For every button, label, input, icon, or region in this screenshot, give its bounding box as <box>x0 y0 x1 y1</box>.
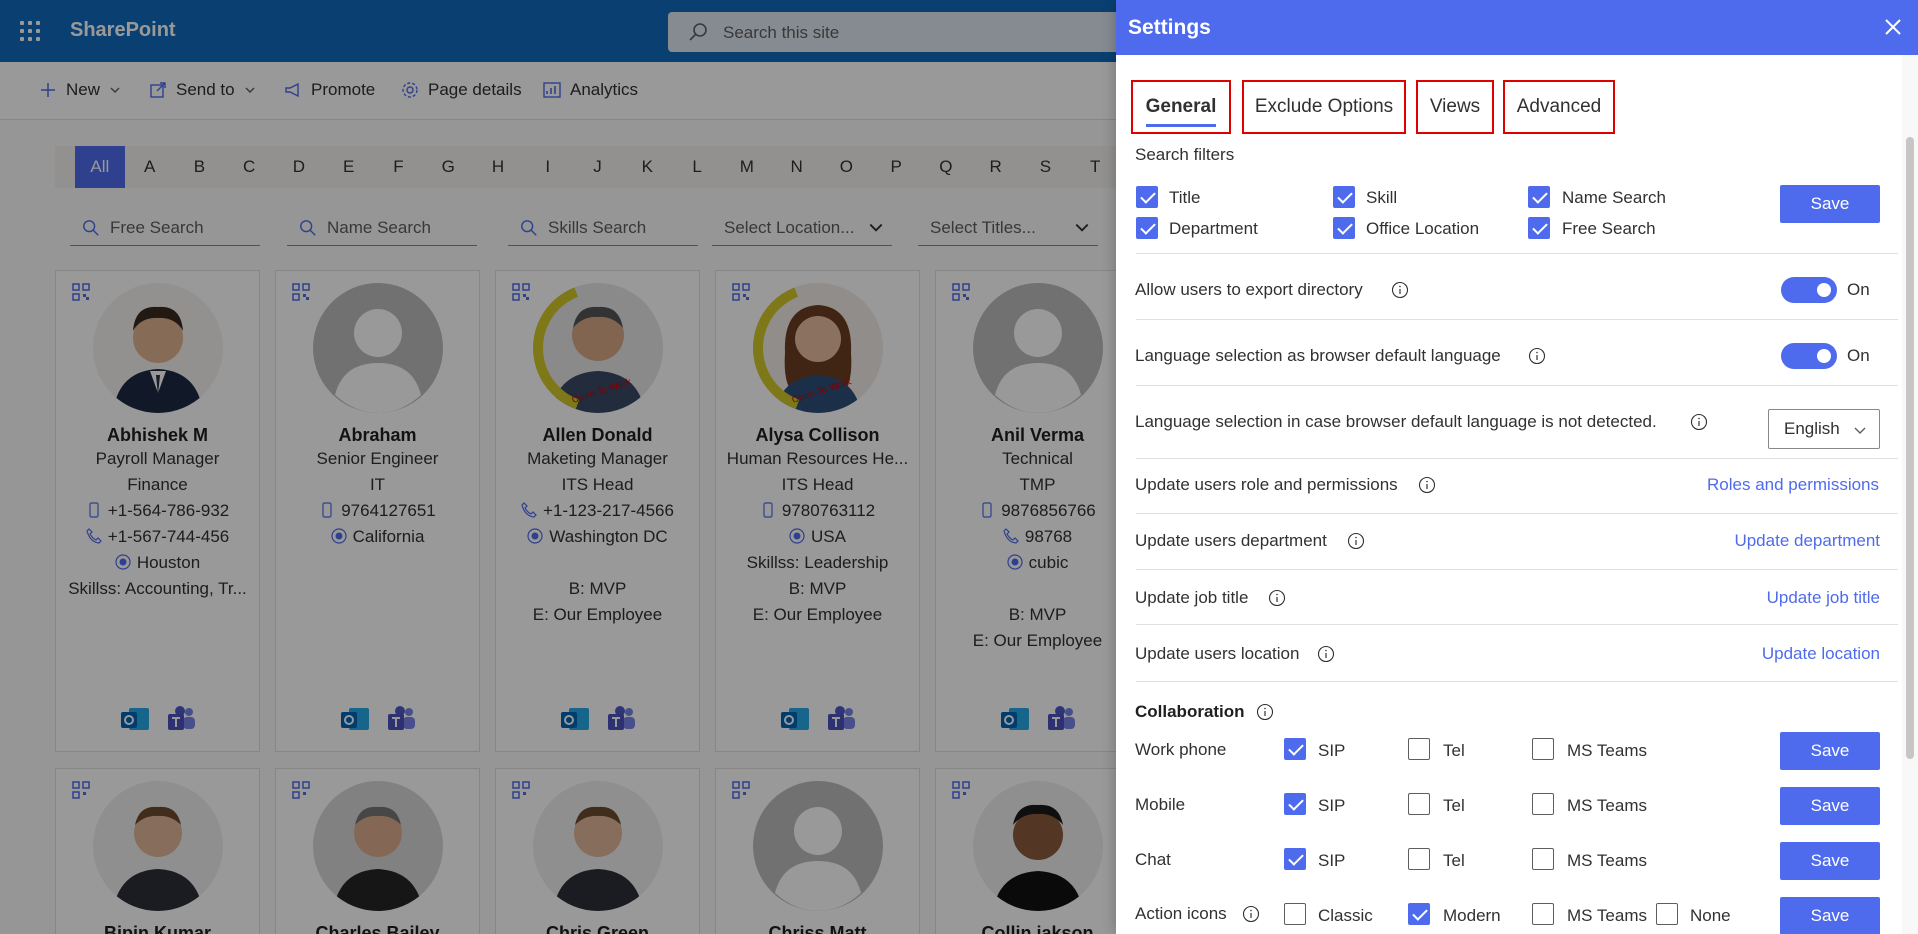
info-icon[interactable] <box>1256 703 1274 721</box>
work-phone-label: Work phone <box>1135 740 1227 759</box>
modal-overlay[interactable] <box>0 0 1118 934</box>
work-phone-teams-label: MS Teams <box>1567 741 1647 760</box>
office-location-filter-checkbox[interactable] <box>1333 217 1355 239</box>
divider <box>1136 513 1898 514</box>
chat-label: Chat <box>1135 850 1171 869</box>
browser-language-toggle[interactable] <box>1781 343 1837 369</box>
info-icon[interactable] <box>1317 645 1335 663</box>
action-icons-none-checkbox[interactable] <box>1656 903 1678 925</box>
skill-filter-label: Skill <box>1366 188 1398 207</box>
tab-general[interactable]: General <box>1131 80 1231 134</box>
info-icon[interactable] <box>1391 281 1409 299</box>
save-mobile-button[interactable]: Save <box>1780 787 1880 825</box>
mobile-tel-checkbox[interactable] <box>1408 793 1430 815</box>
department-label: Update users department <box>1135 531 1327 550</box>
divider <box>1136 458 1898 459</box>
update-location-link[interactable]: Update location <box>1762 644 1880 664</box>
settings-header: Settings <box>1116 0 1918 55</box>
tab-advanced-label: Advanced <box>1516 96 1602 117</box>
divider <box>1136 385 1898 386</box>
action-icons-classic-checkbox[interactable] <box>1284 903 1306 925</box>
mobile-label: Mobile <box>1135 795 1186 814</box>
search-filters-label: Search filters <box>1135 145 1235 164</box>
chat-sip-label: SIP <box>1318 851 1346 870</box>
chevron-down-icon <box>1854 427 1866 434</box>
divider <box>1136 624 1898 625</box>
info-icon[interactable] <box>1418 476 1436 494</box>
name-search-filter-checkbox[interactable] <box>1528 186 1550 208</box>
tab-exclude-options[interactable]: Exclude Options <box>1242 80 1406 134</box>
title-filter-label: Title <box>1169 188 1201 207</box>
work-phone-sip-label: SIP <box>1318 741 1346 760</box>
work-phone-teams-checkbox[interactable] <box>1532 738 1554 760</box>
free-search-filter-label: Free Search <box>1562 219 1656 238</box>
title-filter-checkbox[interactable] <box>1136 186 1158 208</box>
export-directory-label: Allow users to export directory <box>1135 280 1363 299</box>
tab-views-label: Views <box>1429 96 1481 117</box>
tab-views[interactable]: Views <box>1416 80 1494 134</box>
browser-language-label: Language selection as browser default la… <box>1135 346 1501 365</box>
divider <box>1136 253 1898 254</box>
update-job-title-link[interactable]: Update job title <box>1767 588 1880 608</box>
close-icon[interactable] <box>1882 16 1904 38</box>
save-work-phone-button[interactable]: Save <box>1780 732 1880 770</box>
office-location-filter-label: Office Location <box>1366 219 1480 238</box>
action-icons-modern-label: Modern <box>1443 906 1501 925</box>
free-search-filter-checkbox[interactable] <box>1528 217 1550 239</box>
chat-tel-label: Tel <box>1443 851 1465 870</box>
action-icons-teams-checkbox[interactable] <box>1532 903 1554 925</box>
work-phone-tel-checkbox[interactable] <box>1408 738 1430 760</box>
roles-label: Update users role and permissions <box>1135 475 1398 494</box>
work-phone-sip-checkbox[interactable] <box>1284 738 1306 760</box>
info-icon[interactable] <box>1347 532 1365 550</box>
info-icon[interactable] <box>1268 589 1286 607</box>
roles-and-permissions-link[interactable]: Roles and permissions <box>1707 475 1879 495</box>
mobile-teams-checkbox[interactable] <box>1532 793 1554 815</box>
action-icons-modern-checkbox[interactable] <box>1408 903 1430 925</box>
fallback-language-label: Language selection in case browser defau… <box>1135 412 1657 431</box>
skill-filter-checkbox[interactable] <box>1333 186 1355 208</box>
divider <box>1136 569 1898 570</box>
mobile-teams-label: MS Teams <box>1567 796 1647 815</box>
chat-tel-checkbox[interactable] <box>1408 848 1430 870</box>
fallback-language-select[interactable]: English <box>1768 409 1880 449</box>
chat-sip-checkbox[interactable] <box>1284 848 1306 870</box>
department-filter-label: Department <box>1169 219 1258 238</box>
scrollbar-thumb[interactable] <box>1906 137 1914 759</box>
action-icons-none-label: None <box>1690 906 1731 925</box>
tab-advanced[interactable]: Advanced <box>1503 80 1615 134</box>
save-search-filters-button[interactable]: Save <box>1780 185 1880 223</box>
export-directory-toggle[interactable] <box>1781 277 1837 303</box>
chat-teams-checkbox[interactable] <box>1532 848 1554 870</box>
settings-title: Settings <box>1128 16 1211 39</box>
fallback-language-value: English <box>1784 419 1840 438</box>
update-department-link[interactable]: Update department <box>1734 531 1880 551</box>
browser-language-state: On <box>1847 346 1870 365</box>
info-icon[interactable] <box>1690 413 1708 431</box>
name-search-filter-label: Name Search <box>1562 188 1666 207</box>
mobile-sip-checkbox[interactable] <box>1284 793 1306 815</box>
divider <box>1136 681 1898 682</box>
info-icon[interactable] <box>1528 347 1546 365</box>
chat-teams-label: MS Teams <box>1567 851 1647 870</box>
action-icons-classic-label: Classic <box>1318 906 1373 925</box>
collaboration-label: Collaboration <box>1135 702 1245 721</box>
mobile-tel-label: Tel <box>1443 796 1465 815</box>
work-phone-tel-label: Tel <box>1443 741 1465 760</box>
action-icons-label: Action icons <box>1135 904 1227 923</box>
mobile-sip-label: SIP <box>1318 796 1346 815</box>
save-action-icons-button[interactable]: Save <box>1780 897 1880 934</box>
info-icon[interactable] <box>1242 905 1260 923</box>
divider <box>1136 319 1898 320</box>
export-directory-state: On <box>1847 280 1870 299</box>
job-title-label: Update job title <box>1135 588 1249 607</box>
tab-general-label: General <box>1145 87 1217 127</box>
save-chat-button[interactable]: Save <box>1780 842 1880 880</box>
location-label: Update users location <box>1135 644 1300 663</box>
department-filter-checkbox[interactable] <box>1136 217 1158 239</box>
action-icons-teams-label: MS Teams <box>1567 906 1647 925</box>
scrollbar[interactable] <box>1902 55 1918 934</box>
tab-exclude-options-label: Exclude Options <box>1254 96 1394 117</box>
